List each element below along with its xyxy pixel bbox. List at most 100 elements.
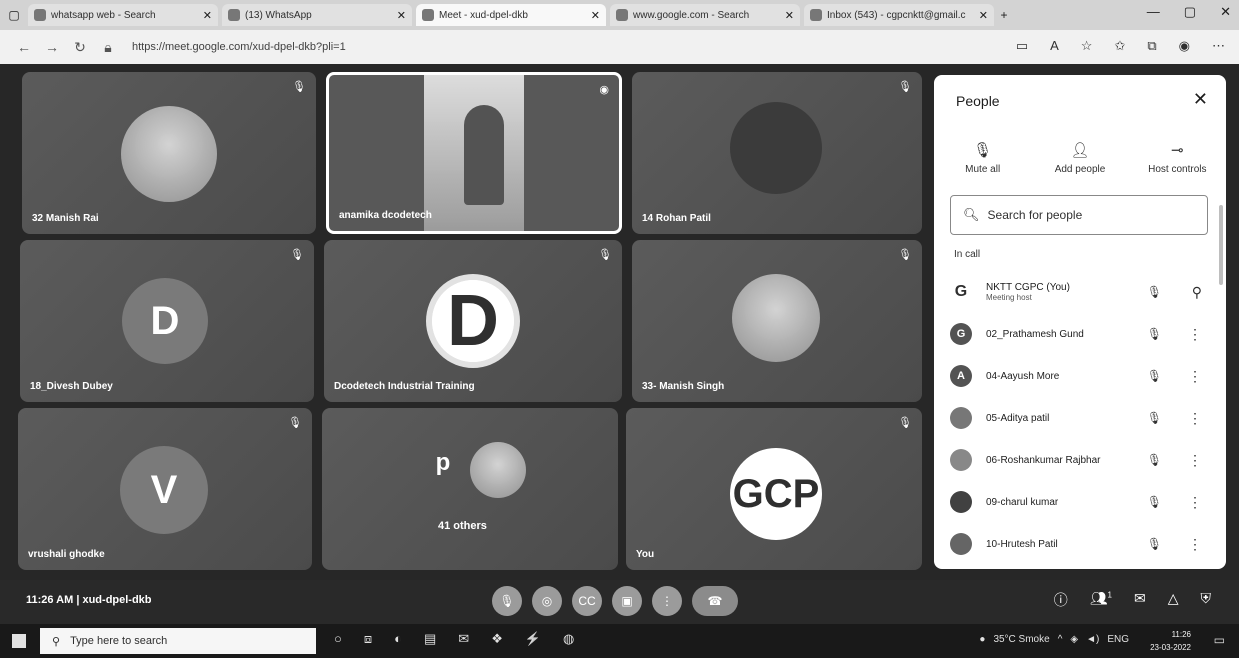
camera-icon[interactable]: ▭: [1016, 38, 1028, 54]
minimize-icon[interactable]: —: [1147, 4, 1160, 20]
camera-button[interactable]: ◎: [532, 586, 562, 616]
more-options-icon[interactable]: ⋮: [1188, 536, 1202, 553]
more-button[interactable]: ⋮: [652, 586, 682, 616]
browser-tab-5[interactable]: Inbox (543) - cgpcnktt@gmail.c ✕: [804, 4, 994, 26]
people-icon[interactable]: 👥︎1: [1090, 590, 1112, 610]
pin-icon[interactable]: ⚲: [1192, 284, 1202, 301]
language-indicator[interactable]: ENG: [1107, 634, 1129, 645]
mic-off-icon: 🎙︎: [973, 142, 993, 159]
activities-icon[interactable]: △: [1168, 590, 1179, 610]
mic-off-icon[interactable]: 🎙︎: [1147, 495, 1162, 509]
collections-icon[interactable]: ⧉: [1147, 38, 1156, 54]
weather-text[interactable]: 35°C Smoke: [993, 634, 1049, 645]
close-tab-icon[interactable]: ✕: [785, 9, 794, 22]
mic-off-icon[interactable]: 🎙︎: [1147, 369, 1162, 383]
close-tab-icon[interactable]: ✕: [397, 9, 406, 22]
favorites-icon[interactable]: ✩: [1114, 38, 1125, 54]
close-tab-icon[interactable]: ✕: [979, 9, 988, 22]
present-icon: ▣: [621, 594, 633, 608]
participants-badge: 1: [1107, 590, 1112, 600]
list-item[interactable]: 10-Hrutesh Patil 🎙︎ ⋮: [934, 523, 1226, 565]
clock[interactable]: 11:26 23-03-2022: [1150, 628, 1191, 654]
more-options-icon: ⋮: [661, 594, 673, 608]
volume-icon[interactable]: ◄): [1086, 634, 1099, 645]
close-window-icon[interactable]: ✕: [1220, 4, 1231, 20]
favorite-icon[interactable]: ☆: [1081, 38, 1093, 54]
participant-tile[interactable]: D 🎙︎ Dcodetech Industrial Training: [324, 240, 622, 402]
edge-icon[interactable]: ◐: [394, 631, 402, 647]
browser-tab-3[interactable]: Meet - xud-dpel-dkb ✕: [416, 4, 606, 26]
taskbar-search[interactable]: ⚲ Type here to search: [40, 628, 316, 654]
section-label: In call: [954, 249, 981, 260]
list-item[interactable]: 06-Roshankumar Rajbhar 🎙︎ ⋮: [934, 439, 1226, 481]
more-options-icon[interactable]: ⋮: [1188, 410, 1202, 427]
file-explorer-icon[interactable]: ▤: [424, 631, 436, 647]
refresh-icon[interactable]: ↻: [70, 39, 90, 56]
dropbox-icon[interactable]: ❖: [491, 631, 503, 647]
participant-tile[interactable]: ◉ anamika dcodetech: [326, 72, 622, 234]
mail-icon[interactable]: ✉: [458, 631, 469, 647]
more-options-icon[interactable]: ⋮: [1188, 368, 1202, 385]
forward-icon[interactable]: →: [42, 39, 62, 55]
maximize-icon[interactable]: ▢: [1184, 4, 1196, 20]
chevron-up-icon[interactable]: ^: [1058, 634, 1063, 645]
new-tab-button[interactable]: +: [994, 5, 1014, 25]
close-tab-icon[interactable]: ✕: [591, 9, 600, 22]
chat-icon[interactable]: ✉: [1134, 590, 1146, 610]
read-aloud-icon[interactable]: A: [1050, 38, 1059, 54]
participant-name: You: [636, 549, 655, 560]
back-icon[interactable]: ←: [14, 39, 34, 55]
app-icon[interactable]: ⚡: [525, 631, 541, 647]
more-options-icon[interactable]: ⋮: [1188, 452, 1202, 469]
captions-button[interactable]: CC: [572, 586, 602, 616]
mic-off-icon[interactable]: 🎙︎: [1147, 453, 1162, 467]
key-icon: ⊸: [1171, 142, 1184, 159]
list-item[interactable]: G NKTT CGPC (You) Meeting host 🎙︎ ⚲: [934, 271, 1226, 313]
browser-tab-4[interactable]: www.google.com - Search ✕: [610, 4, 800, 26]
list-item[interactable]: G 02_Prathamesh Gund 🎙︎ ⋮: [934, 313, 1226, 355]
present-button[interactable]: ▣: [612, 586, 642, 616]
mic-off-icon[interactable]: 🎙︎: [1147, 327, 1162, 341]
profile-icon[interactable]: ◉: [1179, 38, 1190, 54]
browser-tab-1[interactable]: whatsapp web - Search ✕: [28, 4, 218, 26]
more-options-icon[interactable]: ⋮: [1188, 494, 1202, 511]
self-tile[interactable]: GCP 🎙︎ You: [626, 408, 922, 570]
participant-tile[interactable]: D 🎙︎ 18_Divesh Dubey: [20, 240, 314, 402]
participant-tile[interactable]: 🎙︎ 33- Manish Singh: [632, 240, 922, 402]
bing-icon: [34, 9, 46, 21]
search-input[interactable]: 🔍︎ Search for people: [950, 195, 1208, 235]
task-view-icon[interactable]: ⧈: [364, 631, 372, 647]
host-controls-icon[interactable]: ⛨: [1201, 590, 1212, 610]
chrome-icon[interactable]: ◍: [563, 631, 574, 647]
participant-tile[interactable]: V 🎙︎ vrushali ghodke: [18, 408, 312, 570]
avatar: [950, 533, 972, 555]
host-controls-button[interactable]: ⊸ Host controls: [1129, 141, 1226, 175]
mic-off-icon[interactable]: 🎙︎: [1147, 411, 1162, 425]
mic-off-icon[interactable]: 🎙︎: [1147, 285, 1162, 299]
notifications-icon[interactable]: ▭: [1214, 633, 1225, 647]
browser-tab-2[interactable]: (13) WhatsApp ✕: [222, 4, 412, 26]
close-icon[interactable]: ✕: [1193, 89, 1208, 110]
participant-photo: [730, 102, 822, 194]
cortana-icon[interactable]: ○: [334, 631, 342, 647]
more-icon[interactable]: ⋯: [1212, 38, 1225, 54]
lock-icon[interactable]: 🔒︎: [98, 39, 118, 56]
list-item[interactable]: A 04-Aayush More 🎙︎ ⋮: [934, 355, 1226, 397]
url-field[interactable]: https://meet.google.com/xud-dpel-dkb?pli…: [132, 41, 346, 53]
info-icon[interactable]: ⓘ: [1054, 590, 1068, 610]
add-people-button[interactable]: 👤︎ Add people: [1031, 141, 1128, 175]
more-options-icon[interactable]: ⋮: [1188, 326, 1202, 343]
participant-tile[interactable]: 🎙︎ 14 Rohan Patil: [632, 72, 922, 234]
mute-all-button[interactable]: 🎙︎ Mute all: [934, 141, 1031, 175]
windows-start-icon[interactable]: [12, 634, 26, 648]
mic-button[interactable]: 🎙︎: [492, 586, 522, 616]
participant-tile[interactable]: 🎙︎ 32 Manish Rai: [22, 72, 316, 234]
list-item[interactable]: 09-charul kumar 🎙︎ ⋮: [934, 481, 1226, 523]
list-item[interactable]: 05-Aditya patil 🎙︎ ⋮: [934, 397, 1226, 439]
leave-call-button[interactable]: ☎: [692, 586, 738, 616]
tab-actions-icon[interactable]: ▢: [4, 5, 24, 25]
close-tab-icon[interactable]: ✕: [203, 9, 212, 22]
others-tile[interactable]: p 41 others: [322, 408, 618, 570]
mic-off-icon[interactable]: 🎙︎: [1147, 537, 1162, 551]
network-icon[interactable]: ◈: [1070, 634, 1078, 645]
